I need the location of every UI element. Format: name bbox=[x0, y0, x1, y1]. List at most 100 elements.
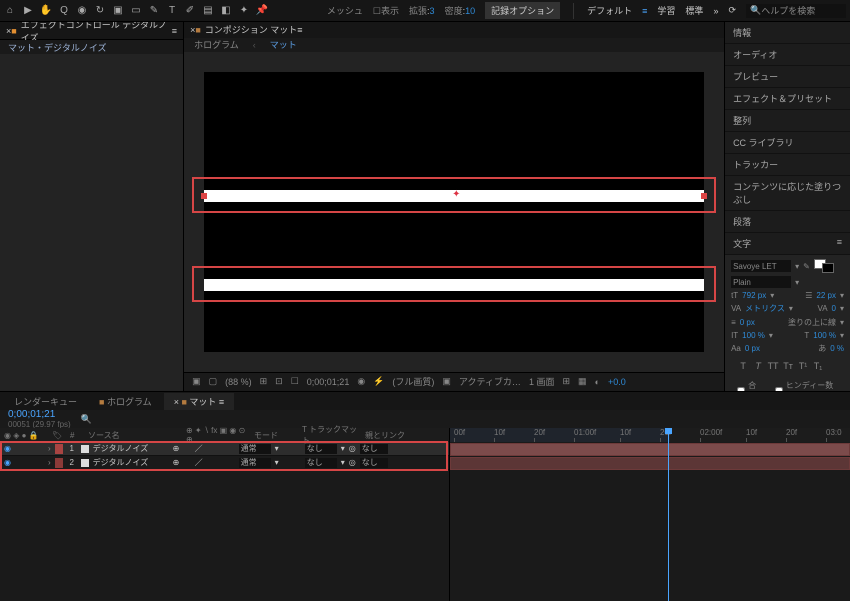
record-options-button[interactable]: 記録オプション bbox=[485, 2, 560, 19]
orbit-tool-icon[interactable]: ◉ bbox=[76, 5, 88, 17]
solid-icon bbox=[81, 459, 89, 467]
panel-preview[interactable]: プレビュー bbox=[725, 66, 850, 88]
guide-icon[interactable]: ☐ bbox=[291, 376, 299, 387]
bold-icon[interactable]: T bbox=[737, 360, 749, 372]
tab-hologram[interactable]: ■ ホログラム bbox=[89, 393, 162, 410]
pickwhip-icon[interactable]: ◎ bbox=[349, 458, 356, 467]
panel-info[interactable]: 情報 bbox=[725, 22, 850, 44]
eraser-tool-icon[interactable]: ◧ bbox=[220, 5, 232, 17]
layer-bar-2[interactable] bbox=[450, 457, 850, 470]
text-tool-icon[interactable]: T bbox=[166, 5, 178, 17]
transform-handle[interactable] bbox=[201, 193, 207, 199]
current-timecode[interactable]: 0;00;01;21 bbox=[8, 409, 71, 420]
pickwhip-icon[interactable]: ◎ bbox=[349, 444, 356, 453]
zoom-dropdown[interactable]: (88 %) bbox=[225, 377, 252, 387]
mask-icon[interactable]: ▢ bbox=[209, 376, 218, 387]
kerning-dropdown[interactable]: メトリクス bbox=[745, 303, 785, 314]
hindi-checkbox[interactable]: ヒンディー数字 bbox=[769, 378, 844, 391]
timeline-tracks[interactable]: 00f 10f 20f 01:00f 10f 20f 02:00f 10f 20… bbox=[450, 428, 850, 601]
workspace-default[interactable]: デフォルト bbox=[587, 4, 632, 17]
rotate-tool-icon[interactable]: ↻ bbox=[94, 5, 106, 17]
workspace-more-icon[interactable]: » bbox=[713, 6, 718, 16]
tool-icons: ⌂ ▶ ✋ Q ◉ ↻ ▣ ▭ ✎ T ✐ ▤ ◧ ✦ 📌 bbox=[4, 5, 268, 17]
font-style-dropdown[interactable]: Plain bbox=[731, 276, 791, 288]
views-dropdown[interactable]: 1 画面 bbox=[529, 375, 555, 388]
allcaps-icon[interactable]: TT bbox=[767, 360, 779, 372]
time-display[interactable]: 0;00;01;21 bbox=[307, 377, 350, 387]
color-swatch[interactable] bbox=[814, 259, 834, 273]
composition-canvas[interactable]: ✦ bbox=[204, 72, 704, 352]
layer-bar-1[interactable] bbox=[450, 443, 850, 456]
comp-subtab-hologram[interactable]: ホログラム bbox=[194, 38, 239, 51]
work-area[interactable] bbox=[450, 428, 670, 442]
panel-cc[interactable]: CC ライブラリ bbox=[725, 132, 850, 154]
pixel-icon[interactable]: ▦ bbox=[578, 376, 587, 387]
effect-controls-panel: × ■エフェクトコントロール デジタルノイズ ≡ マット・デジタルノイズ bbox=[0, 22, 184, 391]
right-panels: 情報 オーディオ プレビュー エフェクト＆プリセット 整列 CC ライブラリ ト… bbox=[724, 22, 850, 391]
reset-exp-icon[interactable]: ◐ bbox=[595, 377, 600, 387]
panel-effects[interactable]: エフェクト＆プリセット bbox=[725, 88, 850, 110]
alpha-icon[interactable]: ▣ bbox=[192, 376, 201, 387]
eyedropper-icon[interactable]: ✎ bbox=[803, 262, 810, 271]
zoom-tool-icon[interactable]: Q bbox=[58, 5, 70, 17]
selection-tool-icon[interactable]: ▶ bbox=[22, 5, 34, 17]
timeline-search[interactable]: 🔍 bbox=[81, 414, 92, 425]
snap-icon[interactable]: ◉ bbox=[357, 376, 365, 387]
panel-tracker[interactable]: トラッカー bbox=[725, 154, 850, 176]
layer-row-1[interactable]: ◉ › 1 デジタルノイズ ⊕ ／ 通常▾ なし▾ ◎ なし bbox=[0, 442, 449, 456]
3d-icon[interactable]: ⊞ bbox=[562, 376, 570, 387]
mesh-label: メッシュ bbox=[327, 4, 363, 17]
panel-audio[interactable]: オーディオ bbox=[725, 44, 850, 66]
home-icon[interactable]: ⌂ bbox=[4, 5, 16, 17]
leading-value[interactable]: 22 px bbox=[816, 291, 836, 300]
italic-icon[interactable]: T bbox=[752, 360, 764, 372]
draft-icon[interactable]: ⚡ bbox=[373, 376, 384, 387]
ligature-checkbox[interactable]: 合字 bbox=[731, 378, 769, 391]
tab-mat[interactable]: × ■ マット ≡ bbox=[164, 393, 234, 410]
rect-tool-icon[interactable]: ▭ bbox=[130, 5, 142, 17]
exposure-icon[interactable]: ▣ bbox=[442, 376, 451, 387]
stamp-tool-icon[interactable]: ▤ bbox=[202, 5, 214, 17]
transform-handle[interactable] bbox=[701, 193, 707, 199]
character-panel-content: Savoye LET ▾ ✎ Plain▾ tT792 px▾ ☰22 px▾ … bbox=[725, 255, 850, 391]
composition-viewer[interactable]: ✦ bbox=[184, 52, 724, 372]
res-icon[interactable]: ⊞ bbox=[260, 376, 268, 387]
behind-tool-icon[interactable]: ▣ bbox=[112, 5, 124, 17]
layer-name[interactable]: デジタルノイズ bbox=[93, 457, 169, 468]
panel-paragraph[interactable]: 段落 bbox=[725, 211, 850, 233]
layer-name[interactable]: デジタルノイズ bbox=[93, 443, 169, 454]
font-size[interactable]: 792 px bbox=[742, 291, 766, 300]
anchor-point-icon[interactable]: ✦ bbox=[452, 189, 462, 199]
superscript-icon[interactable]: T¹ bbox=[797, 360, 809, 372]
subscript-icon[interactable]: T₁ bbox=[812, 360, 824, 372]
panel-align[interactable]: 整列 bbox=[725, 110, 850, 132]
comp-tab[interactable]: × ■コンポジション マット ≡ bbox=[184, 22, 724, 38]
workspace-standard[interactable]: 標準 bbox=[685, 4, 703, 17]
pin-tool-icon[interactable]: 📌 bbox=[256, 5, 268, 17]
smallcaps-icon[interactable]: Tᴛ bbox=[782, 360, 794, 372]
layer-row-2[interactable]: ◉ › 2 デジタルノイズ ⊕ ／ 通常▾ なし▾ ◎ なし bbox=[0, 456, 449, 470]
time-ruler[interactable]: 00f 10f 20f 01:00f 10f 20f 02:00f 10f 20… bbox=[450, 428, 850, 442]
font-family-dropdown[interactable]: Savoye LET bbox=[731, 260, 791, 272]
effect-controls-tab[interactable]: × ■エフェクトコントロール デジタルノイズ ≡ bbox=[0, 22, 183, 40]
brush-tool-icon[interactable]: ✐ bbox=[184, 5, 196, 17]
playhead[interactable] bbox=[668, 428, 669, 601]
font-size-icon: tT bbox=[731, 291, 738, 300]
panel-character[interactable]: 文字≡ bbox=[725, 233, 850, 255]
roto-tool-icon[interactable]: ✦ bbox=[238, 5, 250, 17]
grid-icon[interactable]: ⊡ bbox=[275, 376, 283, 387]
tab-render-queue[interactable]: レンダーキュー bbox=[4, 393, 87, 410]
shape-bar-2[interactable] bbox=[204, 279, 704, 291]
tracking-value[interactable]: 0 bbox=[832, 304, 836, 313]
help-search[interactable]: 🔍 ヘルプを検索 bbox=[746, 4, 846, 18]
workspace-learn[interactable]: 学習 bbox=[657, 4, 675, 17]
comp-subtab-mat[interactable]: マット bbox=[270, 38, 297, 51]
quality-dropdown[interactable]: (フル画質) bbox=[392, 375, 434, 388]
effect-breadcrumb[interactable]: マット・デジタルノイズ bbox=[0, 40, 183, 54]
camera-dropdown[interactable]: アクティブカ… bbox=[459, 375, 521, 388]
pen-tool-icon[interactable]: ✎ bbox=[148, 5, 160, 17]
panel-content-fill[interactable]: コンテンツに応じた塗りつぶし bbox=[725, 176, 850, 211]
exposure-value[interactable]: +0.0 bbox=[608, 377, 626, 387]
sync-icon[interactable]: ⟳ bbox=[728, 5, 736, 16]
hand-tool-icon[interactable]: ✋ bbox=[40, 5, 52, 17]
